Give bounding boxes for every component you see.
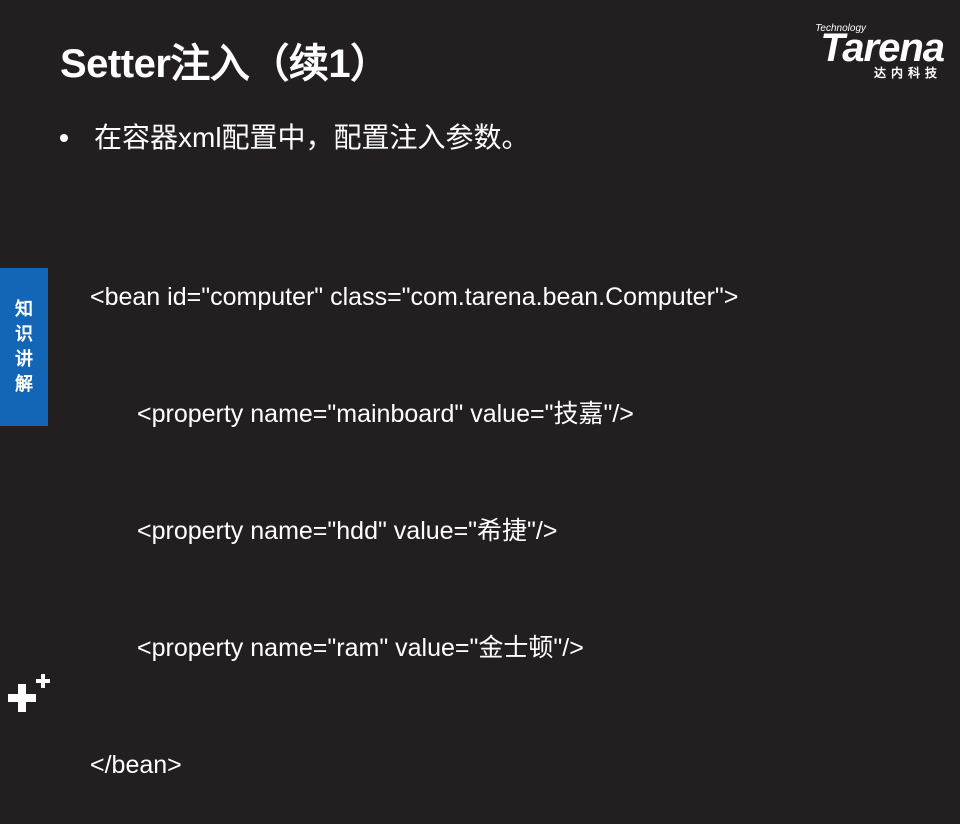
- bullet-item: 在容器xml配置中，配置注入参数。: [60, 118, 530, 158]
- side-tab-knowledge: 知 识 讲 解: [0, 268, 48, 426]
- logo-chinese-text: 达内科技: [873, 66, 942, 80]
- bullet-text: 在容器xml配置中，配置注入参数。: [94, 122, 530, 153]
- bullet-dot-icon: [60, 134, 68, 142]
- code-line-bean-open: <bean id="computer" class="com.tarena.be…: [90, 283, 739, 311]
- side-tab-char: 讲: [15, 349, 33, 369]
- tarena-logo: Technology Tarena 达内科技: [784, 24, 945, 82]
- side-tab-char: 识: [15, 324, 33, 344]
- xml-code-block: <bean id="computer" class="com.tarena.be…: [90, 200, 738, 824]
- slide-title: Setter注入（续1）: [60, 42, 390, 86]
- code-line-property-mainboard: <property name="mainboard" value="技嘉"/>: [137, 400, 634, 428]
- code-line-bean-close: </bean>: [90, 751, 182, 779]
- plus-icon: [8, 674, 50, 712]
- code-line-property-hdd: <property name="hdd" value="希捷"/>: [137, 517, 558, 545]
- code-line-property-ram: <property name="ram" value="金士顿"/>: [137, 634, 584, 662]
- logo-wordmark: Tarena: [820, 26, 945, 70]
- side-tab-char: 知: [15, 299, 33, 319]
- side-tab-char: 解: [15, 374, 33, 394]
